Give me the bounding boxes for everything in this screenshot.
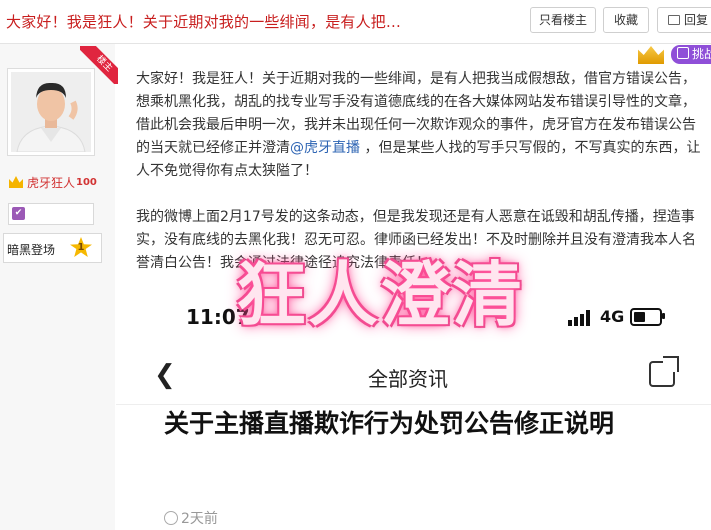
battery-cap: [662, 313, 665, 319]
reply-label: 回复: [683, 13, 708, 27]
favorite-button[interactable]: 收藏: [603, 7, 649, 33]
author-sidebar: 虎牙狂人100 ✔ 暗黑登场 1: [0, 44, 115, 530]
mention-link[interactable]: @虎牙直播: [290, 140, 360, 156]
reply-button[interactable]: 回复: [657, 7, 711, 33]
app-nav-title: 全部资讯: [368, 367, 448, 391]
share-icon: [649, 356, 679, 387]
thread-title[interactable]: 大家好！我是狂人！关于近期对我的一些绯闻，是有人把...: [6, 11, 401, 32]
level-badge[interactable]: 暗黑登场 1: [3, 233, 102, 263]
avatar-portrait-icon: [11, 72, 91, 152]
gold-crown-icon: [636, 42, 666, 66]
clock-icon: [164, 511, 178, 525]
challenge-label: 挑战: [692, 47, 711, 61]
back-chevron-icon: ❮: [154, 360, 176, 390]
signal-bars-icon: [568, 310, 594, 326]
100-emoji-icon: 100: [76, 177, 97, 188]
only-op-button[interactable]: 只看楼主: [530, 7, 596, 33]
level-number-star-icon: 1: [70, 237, 92, 257]
app-navbar: ❮ 全部资讯: [116, 350, 711, 405]
medal-icon: ✔: [12, 207, 25, 220]
battery-level: [634, 312, 645, 322]
louzhu-ribbon: 楼主: [80, 46, 118, 84]
author-name-row: 虎牙狂人100: [9, 174, 97, 191]
post-paragraph-1: 大家好！我是狂人！关于近期对我的一些绯闻，是有人把我当成假想敌，借官方错误公告，…: [136, 68, 704, 183]
challenge-badge[interactable]: 挑战: [671, 45, 711, 64]
level-name: 暗黑登场: [7, 243, 56, 257]
thread-header: 大家好！我是狂人！关于近期对我的一些绯闻，是有人把... 只看楼主 收藏 回复: [0, 0, 711, 44]
louzhu-label: 楼主: [80, 46, 118, 84]
reply-icon: [667, 15, 680, 25]
overlay-caption: 狂人澄清: [236, 254, 524, 336]
medal-slot[interactable]: ✔: [8, 203, 94, 225]
author-name[interactable]: 虎牙狂人: [27, 176, 75, 190]
article-age-text: 2天前: [181, 511, 218, 527]
challenge-icon: [677, 47, 689, 59]
crown-icon: [9, 176, 23, 188]
article-title: 关于主播直播欺诈行为处罚公告修正说明: [164, 409, 615, 438]
post-content: 大家好！我是狂人！关于近期对我的一些绯闻，是有人把我当成假想敌，借官方错误公告，…: [136, 68, 704, 275]
battery-icon: [630, 308, 662, 326]
article-age: 2天前: [164, 508, 218, 528]
network-type: 4G: [600, 307, 625, 326]
avatar[interactable]: [11, 72, 91, 152]
